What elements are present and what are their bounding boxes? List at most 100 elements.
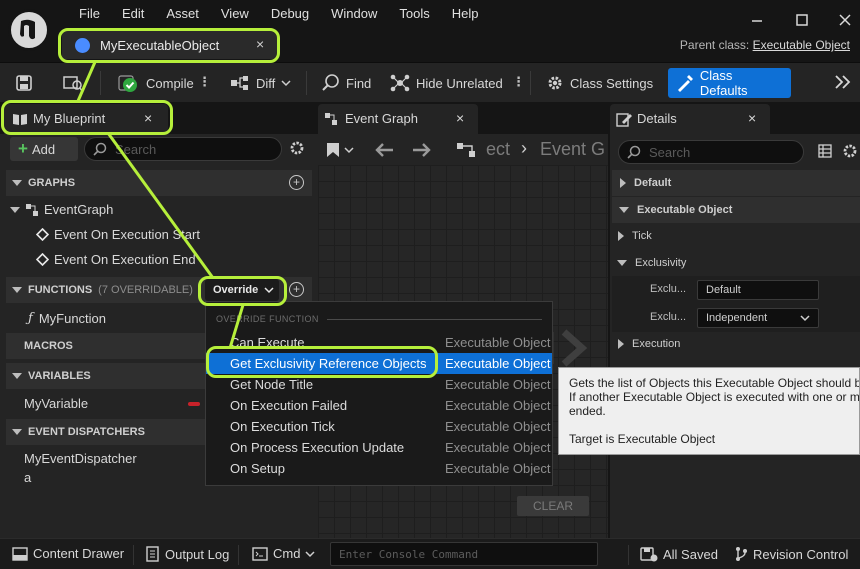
- close-window-icon[interactable]: [837, 12, 853, 28]
- statusbar-separator: [628, 545, 629, 565]
- event-label-execution-end: Event On Execution End: [54, 252, 196, 267]
- menu-debug[interactable]: Debug: [260, 6, 320, 21]
- details-search-placeholder: Search: [649, 144, 691, 160]
- browse-icon: [63, 76, 83, 92]
- forward-arrow-icon[interactable]: [412, 142, 432, 158]
- chevron-down-icon: [281, 80, 291, 87]
- save-button[interactable]: [8, 68, 40, 98]
- menu-help[interactable]: Help: [441, 6, 490, 21]
- compile-button[interactable]: Compile: [110, 68, 202, 98]
- graph-icon: [26, 203, 38, 216]
- collapse-caret-icon: [12, 180, 22, 186]
- clear-label: CLEAR: [532, 499, 573, 513]
- variable-item[interactable]: MyVariable: [24, 396, 88, 411]
- class-defaults-icon: [678, 75, 693, 92]
- add-function-icon[interactable]: +: [289, 282, 304, 297]
- diff-button[interactable]: Diff: [222, 68, 299, 98]
- menu-window[interactable]: Window: [320, 6, 388, 21]
- expand-caret-icon: [10, 206, 20, 213]
- gear-icon: [548, 76, 562, 90]
- details-tab-close-icon[interactable]: ×: [748, 110, 756, 126]
- collapse-caret-icon: [617, 260, 627, 266]
- default-category[interactable]: Default: [612, 170, 860, 196]
- hide-unrelated-options-icon[interactable]: ⋮: [512, 74, 525, 90]
- find-icon: [322, 74, 339, 91]
- executable-object-category[interactable]: Executable Object: [612, 197, 860, 223]
- hide-unrelated-label: Hide Unrelated: [416, 75, 503, 91]
- settings-gear-icon[interactable]: [842, 143, 858, 159]
- chevron-down-icon[interactable]: [344, 146, 354, 154]
- override-item-on-execution-tick[interactable]: On Execution Tick Executable Object: [206, 416, 552, 437]
- class-defaults-button[interactable]: Class Defaults: [668, 68, 791, 98]
- content-drawer-icon: [12, 546, 28, 561]
- event-graph-tab-close-icon[interactable]: ×: [456, 110, 464, 126]
- override-item-on-execution-failed[interactable]: On Execution Failed Executable Object: [206, 395, 552, 416]
- exclusivity-row-2-label: Exclu...: [650, 311, 687, 323]
- all-saved-button[interactable]: All Saved: [640, 546, 718, 562]
- tooltip-line-3: ended.: [569, 404, 606, 418]
- all-saved-label: All Saved: [663, 546, 718, 562]
- details-tab[interactable]: Details ×: [610, 104, 770, 134]
- breadcrumb-graph[interactable]: Event G: [540, 139, 605, 160]
- settings-gear-icon[interactable]: [289, 140, 305, 156]
- tick-subcategory[interactable]: Tick: [618, 230, 652, 242]
- exclusivity-subcategory[interactable]: Exclusivity: [617, 257, 686, 269]
- console-command-placeholder: Enter Console Command: [339, 548, 479, 561]
- event-item-execution-start[interactable]: Event On Execution Start: [36, 227, 200, 242]
- override-menu-divider: [326, 318, 542, 320]
- exclusivity-row-1: Exclu... Default: [612, 276, 860, 304]
- minimize-icon[interactable]: [749, 12, 765, 28]
- menu-tools[interactable]: Tools: [388, 6, 440, 21]
- table-view-icon[interactable]: [818, 144, 832, 158]
- chevron-down-icon: [305, 550, 315, 557]
- my-blueprint-search-input[interactable]: Search: [84, 137, 282, 161]
- exclusivity-group-input[interactable]: Default: [697, 280, 819, 300]
- browse-button[interactable]: [56, 68, 90, 98]
- graphs-header-label: GRAPHS: [28, 177, 76, 189]
- back-arrow-icon[interactable]: [374, 142, 394, 158]
- toolbar-overflow-icon[interactable]: [834, 73, 852, 91]
- execution-subcategory[interactable]: Execution: [618, 338, 680, 350]
- hide-unrelated-button[interactable]: Hide Unrelated: [382, 68, 511, 98]
- exclusivity-policy-select[interactable]: Independent: [697, 308, 819, 328]
- function-item[interactable]: ƒ MyFunction: [28, 311, 106, 326]
- details-search-input[interactable]: Search: [618, 140, 804, 164]
- compile-options-icon[interactable]: ⋮: [198, 74, 211, 90]
- breadcrumb-asset[interactable]: ect: [486, 139, 510, 160]
- expand-caret-icon: [618, 231, 624, 241]
- class-settings-button[interactable]: Class Settings: [538, 68, 661, 98]
- revision-control-button[interactable]: Revision Control: [734, 546, 848, 562]
- cmd-dropdown[interactable]: Cmd: [252, 546, 315, 561]
- output-log-button[interactable]: Output Log: [146, 546, 229, 562]
- add-button[interactable]: + Add: [10, 137, 78, 161]
- add-graph-icon[interactable]: +: [289, 175, 304, 190]
- diff-icon: [231, 76, 248, 90]
- function-label: MyFunction: [38, 311, 107, 326]
- search-icon: [627, 145, 641, 159]
- content-drawer-label: Content Drawer: [33, 546, 125, 561]
- event-dispatcher-item[interactable]: MyEventDispatcher a: [24, 449, 137, 487]
- console-command-input[interactable]: Enter Console Command: [330, 542, 598, 566]
- content-drawer-button[interactable]: Content Drawer: [12, 546, 124, 561]
- menu-file[interactable]: File: [68, 6, 111, 21]
- menu-edit[interactable]: Edit: [111, 6, 155, 21]
- graphs-section-header[interactable]: GRAPHS: [6, 170, 312, 196]
- clear-button[interactable]: CLEAR: [517, 496, 589, 516]
- executable-object-category-label: Executable Object: [637, 204, 733, 216]
- parent-class-link[interactable]: Executable Object: [753, 38, 850, 52]
- override-item-type: Executable Object: [445, 461, 551, 476]
- find-button[interactable]: Find: [314, 68, 379, 98]
- override-item-on-process-execution-update[interactable]: On Process Execution Update Executable O…: [206, 437, 552, 458]
- event-graph-tab[interactable]: Event Graph ×: [318, 104, 478, 134]
- bookmark-icon[interactable]: [326, 142, 340, 158]
- menu-asset[interactable]: Asset: [155, 6, 210, 21]
- revision-control-label: Revision Control: [753, 546, 849, 562]
- menu-view[interactable]: View: [210, 6, 260, 21]
- event-item-execution-end[interactable]: Event On Execution End: [36, 252, 196, 267]
- event-graph-item[interactable]: EventGraph: [10, 202, 113, 217]
- find-label: Find: [346, 75, 372, 91]
- maximize-icon[interactable]: [794, 12, 810, 28]
- override-item-on-setup[interactable]: On Setup Executable Object: [206, 458, 552, 479]
- tooltip-line-4: Target is Executable Object: [569, 432, 716, 446]
- function-tooltip: Gets the list of Objects this Executable…: [558, 367, 860, 455]
